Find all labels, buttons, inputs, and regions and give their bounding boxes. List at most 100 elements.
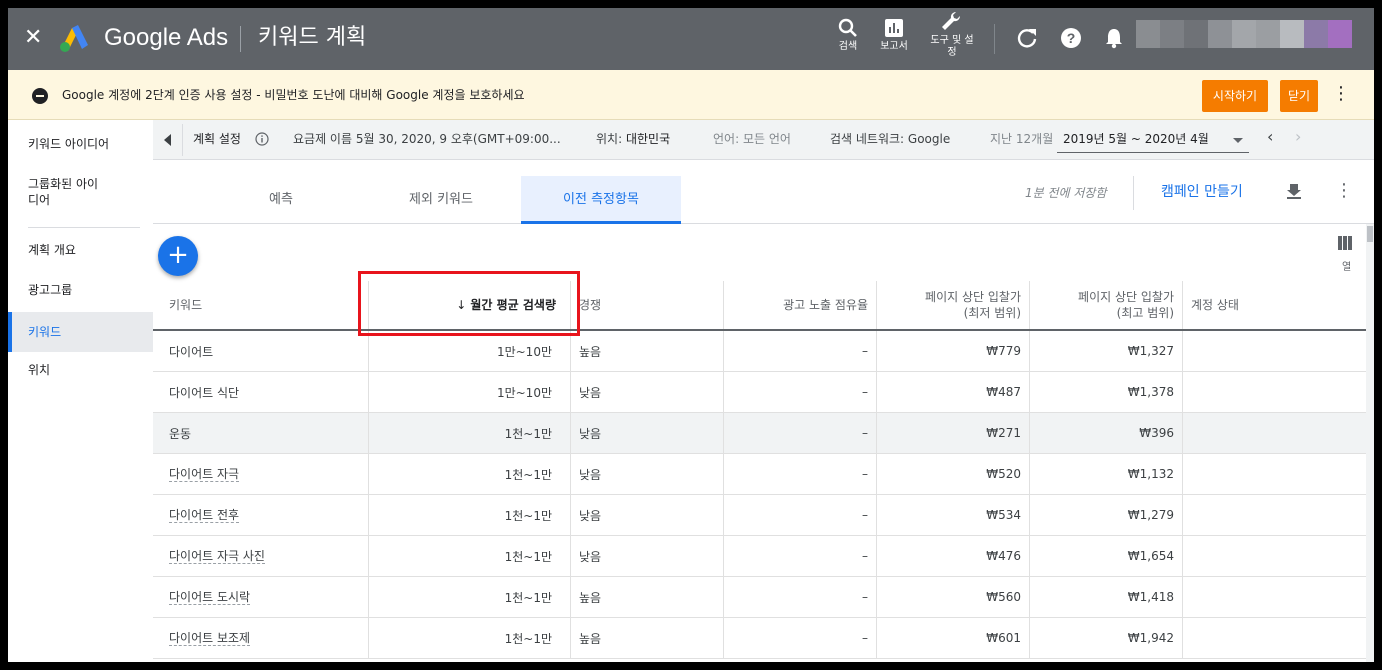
impression-share-cell: – [724, 413, 877, 453]
avg-searches-cell: 1천~1만 [369, 413, 571, 453]
competition-cell: 높음 [571, 331, 724, 371]
sidebar-item-ad-groups[interactable]: 광고그룹 [8, 282, 153, 298]
keyword-cell: 다이어트 보조제 [153, 618, 369, 658]
more-vert-icon[interactable]: ⋮ [1332, 84, 1350, 104]
account-redacted-block [1160, 20, 1184, 48]
top-bid-high-cell: ₩1,378 [1030, 372, 1183, 412]
sidebar-item-grouped-ideas[interactable]: 그룹화된 아이디어 [8, 176, 108, 208]
vertical-scrollbar[interactable] [1366, 224, 1374, 662]
create-campaign-button[interactable]: 캠페인 만들기 [1161, 181, 1243, 201]
sidebar-item-plan-overview[interactable]: 계획 개요 [8, 242, 153, 258]
tab-forecast[interactable]: 예측 [201, 176, 361, 224]
impression-share-cell-text: – [862, 385, 868, 399]
avg-searches-cell: 1천~1만 [369, 536, 571, 576]
tools-settings-button[interactable]: 도구 및 설정 [926, 10, 978, 59]
notification-banner: Google 계정에 2단계 인증 사용 설정 - 비밀번호 도난에 대비해 G… [8, 70, 1374, 120]
impression-share-cell-text: – [862, 467, 868, 481]
keyword-cell: 다이어트 전후 [153, 495, 369, 535]
competition-cell-text: 낮음 [579, 385, 602, 400]
competition-cell-text: 높음 [579, 344, 602, 359]
column-header-account-status[interactable]: 계정 상태 [1183, 281, 1366, 329]
account-switcher[interactable] [1136, 20, 1352, 48]
plan-settings-label[interactable]: 계획 설정 [193, 131, 241, 147]
info-icon[interactable] [255, 132, 269, 146]
scrollbar-thumb[interactable] [1367, 226, 1373, 242]
sidebar-item-keywords[interactable]: 키워드 [8, 312, 153, 352]
competition-cell-text: 낮음 [579, 467, 602, 482]
tools-settings-label: 도구 및 설정 [930, 35, 974, 58]
table-header-row: 키워드 ↓ 월간 평균 검색량 경쟁 광고 노출 점유율 페이지 상단 입찰가(… [153, 281, 1366, 331]
column-header-impression-share[interactable]: 광고 노출 점유율 [724, 281, 877, 329]
impression-share-cell: – [724, 331, 877, 371]
table-row[interactable]: 다이어트 1만~10만 높음 – ₩779 ₩1,327 [153, 331, 1366, 372]
previous-period-icon[interactable]: ‹ [1267, 129, 1273, 145]
avg-searches-cell-text: 1천~1만 [504, 508, 552, 523]
google-ads-logo [60, 25, 88, 52]
dropdown-arrow-icon[interactable] [1233, 138, 1243, 143]
impression-share-cell-text: – [862, 426, 868, 440]
divider [28, 227, 140, 228]
top-bid-low-cell: ₩487 [877, 372, 1030, 412]
notifications-icon[interactable] [1104, 27, 1124, 49]
language-filter[interactable]: 언어: 모든 언어 [713, 131, 791, 147]
keyword-cell: 다이어트 식단 [153, 372, 369, 412]
competition-cell: 높음 [571, 577, 724, 617]
columns-label[interactable]: 열 [1342, 258, 1351, 273]
avg-searches-cell: 1천~1만 [369, 495, 571, 535]
avg-searches-cell: 1천~1만 [369, 577, 571, 617]
sidebar-item-keyword-ideas[interactable]: 키워드 아이디어 [8, 136, 153, 152]
competition-cell-text: 낮음 [579, 426, 602, 441]
location-filter[interactable]: 위치: 대한민국 [596, 131, 670, 147]
top-bid-low-cell: ₩534 [877, 495, 1030, 535]
column-header-keyword[interactable]: 키워드 [153, 281, 369, 329]
brand-name: Google Ads [104, 24, 229, 51]
table-row[interactable]: 다이어트 식단 1만~10만 낮음 – ₩487 ₩1,378 [153, 372, 1366, 413]
competition-cell: 낮음 [571, 413, 724, 453]
table-row[interactable]: 다이어트 자극 사진 1천~1만 낮음 – ₩476 ₩1,654 [153, 536, 1366, 577]
app-window: ✕ Google Ads 키워드 계획 검색 보고서 도구 및 설정 ? Goo… [8, 8, 1374, 662]
collapse-sidebar-icon[interactable] [153, 124, 183, 156]
account-redacted-block [1304, 20, 1328, 48]
divider [240, 26, 241, 52]
top-bid-high-cell: ₩1,942 [1030, 618, 1183, 658]
network-filter[interactable]: 검색 네트워크: Google [830, 131, 950, 147]
table-row[interactable]: 운동 1천~1만 낮음 – ₩271 ₩396 [153, 413, 1366, 454]
top-bid-low-cell-text: ₩476 [986, 549, 1021, 563]
tab-negative-keywords[interactable]: 제외 키워드 [361, 176, 521, 224]
tab-historical-metrics[interactable]: 이전 측정항목 [521, 176, 681, 224]
account-status-cell [1183, 618, 1366, 658]
close-icon[interactable]: ✕ [24, 26, 42, 50]
start-button[interactable]: 시작하기 [1202, 80, 1268, 112]
top-bid-low-cell-text: ₩487 [986, 385, 1021, 399]
table-row[interactable]: 다이어트 전후 1천~1만 낮음 – ₩534 ₩1,279 [153, 495, 1366, 536]
sidebar-item-locations[interactable]: 위치 [8, 362, 153, 378]
date-range-dropdown[interactable]: 2019년 5월 ~ 2020년 4월 [1063, 131, 1209, 147]
table-row[interactable]: 다이어트 자극 1천~1만 낮음 – ₩520 ₩1,132 [153, 454, 1366, 495]
download-icon[interactable] [1285, 182, 1303, 200]
column-header-top-bid-high[interactable]: 페이지 상단 입찰가(최고 범위) [1030, 281, 1183, 329]
saved-status: 1분 전에 저장함 [1025, 186, 1107, 200]
table-row[interactable]: 다이어트 보조제 1천~1만 높음 – ₩601 ₩1,942 [153, 618, 1366, 659]
more-vert-icon[interactable]: ⋮ [1335, 180, 1353, 201]
next-period-icon[interactable]: › [1295, 129, 1301, 145]
competition-cell: 낮음 [571, 454, 724, 494]
keyword-cell: 운동 [153, 413, 369, 453]
column-header-top-bid-low[interactable]: 페이지 상단 입찰가(최저 범위) [877, 281, 1030, 329]
columns-icon[interactable] [1338, 236, 1352, 250]
keyword-cell-text: 다이어트 자극 [169, 466, 240, 482]
column-header-competition[interactable]: 경쟁 [571, 281, 724, 329]
wrench-icon [942, 11, 961, 30]
help-icon[interactable]: ? [1060, 27, 1082, 49]
competition-cell-text: 높음 [579, 590, 602, 605]
avg-searches-cell: 1만~10만 [369, 331, 571, 371]
refresh-icon[interactable] [1016, 27, 1038, 49]
reports-tool-label: 보고서 [880, 41, 908, 52]
dismiss-button[interactable]: 닫기 [1280, 80, 1318, 112]
add-keyword-button[interactable]: + [158, 236, 198, 276]
impression-share-cell-text: – [862, 631, 868, 645]
table-row[interactable]: 다이어트 도시락 1천~1만 높음 – ₩560 ₩1,418 [153, 577, 1366, 618]
keyword-cell-text: 다이어트 식단 [169, 385, 240, 400]
plan-name-filter[interactable]: 요금제 이름 5월 30, 2020, 9 오후(GMT+09:00... [293, 131, 561, 147]
reports-tool-button[interactable]: 보고서 [877, 18, 911, 53]
search-tool-button[interactable]: 검색 [834, 18, 862, 53]
